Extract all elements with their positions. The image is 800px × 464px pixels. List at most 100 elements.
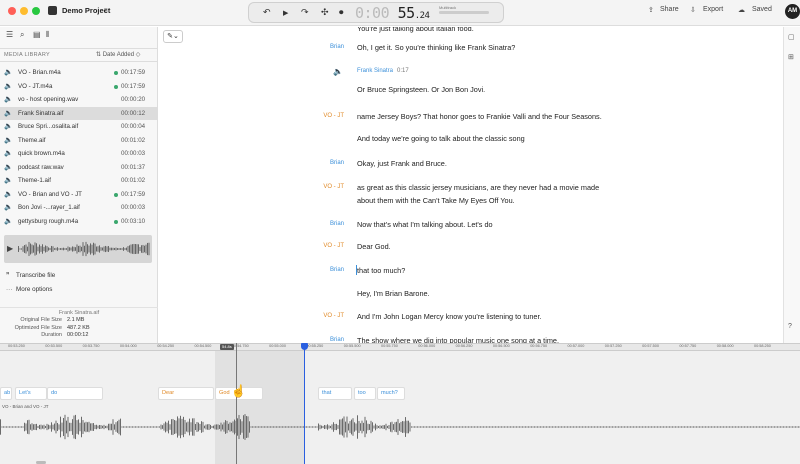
transcript-line[interactable]: You're just talking about Italian food. [357,27,474,35]
zoom-window-button[interactable] [32,7,40,15]
track-waveform[interactable] [0,409,800,455]
help-icon[interactable]: ? [788,323,792,330]
volume-slider[interactable] [439,11,489,14]
export-button[interactable]: Export [703,6,723,13]
files-icon[interactable]: ▤ [33,30,41,39]
media-item-name: Frank Sinatra.aif [18,109,64,117]
media-item[interactable]: 🔈 Theme.aif 00:01:02 [0,134,158,148]
media-item-duration: 00:00:12 [121,109,146,117]
word-block[interactable]: ab [0,387,12,400]
export-icon[interactable]: ⇩ [690,6,696,14]
media-item-duration: 00:17:59 [121,190,146,198]
speaker-icon[interactable]: 🔈 [333,67,343,76]
transcript-line[interactable]: about them with the Can't Take My Eyes O… [357,194,515,207]
speaker-label[interactable]: VO - JT [159,113,344,119]
media-item-name: quick brown.m4a [18,150,65,157]
transcribed-dot [114,84,118,89]
play-icon[interactable]: ▶ [7,244,13,253]
playhead-handle[interactable] [301,343,308,350]
transcript-line[interactable]: as great as this classic jersey musician… [357,181,599,194]
transcribe-file-label: Transcribe file [16,272,56,279]
timeline-tracks[interactable]: ab Let's do Dear God that too much? VO - Brian … [0,351,800,464]
media-item[interactable]: 🔈 Bruce Spri...osalita.aif 00:00:04 [0,120,158,134]
word-block[interactable]: Dear [158,387,214,400]
rewind-icon[interactable]: ↶ [263,7,271,18]
menu-icon[interactable]: ☰ [6,30,13,39]
speaker-label[interactable]: VO - JT [159,313,344,319]
transcript-line[interactable]: Okay, just Frank and Bruce. [357,157,447,170]
chevron-down-icon[interactable]: ▾ [104,6,108,14]
play-icon[interactable]: ▶ [283,9,288,17]
project-icon [48,6,57,15]
clip-name[interactable]: Frank Sinatra [357,68,393,74]
speaker-label[interactable]: Brian [159,160,344,166]
transcript-line[interactable]: name Jersey Boys? That honor goes to Fra… [357,110,602,123]
transcribe-file-button[interactable]: ❞ Transcribe file [6,272,55,279]
transcript-line[interactable]: Now that's what I'm talking about. Let's… [357,218,493,231]
media-item[interactable]: 🔈 quick brown.m4a 00:00:03 [0,147,158,161]
hover-line [236,343,237,464]
media-item[interactable]: 🔈 Frank Sinatra.aif 00:00:12 [0,106,158,120]
speaker-label[interactable]: VO - JT [159,243,344,249]
sort-dropdown[interactable]: ⇅ Date Added ◇ [96,51,140,58]
title-bar: Demo Project ▾ ↶ ▶ ↷ ✣ ⏺ 0:00 55.24 Mult… [0,0,800,26]
speaker-label[interactable]: Brian [159,221,344,227]
media-item-name: podcast raw.wav [18,163,64,171]
sidebar-toolbar: ☰ ⌕ ▤ ⫴ [0,27,158,45]
transcribed-dot [114,192,118,197]
speaker-icon: 🔈 [4,150,13,157]
media-item[interactable]: 🔈 Bon Jovi -...rayer_1.aif 00:00:03 [0,201,158,215]
media-item[interactable]: 🔈 gettysburg rough.m4a 00:03:10 [0,215,158,229]
transcript-line[interactable]: And today we're going to talk about the … [357,132,525,145]
media-item[interactable]: 🔈 VO - Brian.m4a 00:17:59 [0,66,158,80]
more-options-button[interactable]: ··· More options [6,286,52,293]
media-item[interactable]: 🔈 Theme-1.aif 00:01:02 [0,174,158,188]
library-icon[interactable]: ⫴ [46,30,49,40]
transcript-line[interactable]: that too much? [357,264,405,277]
avatar[interactable]: AM [785,4,800,19]
media-item[interactable]: 🔈 podcast raw.wav 00:01:37 [0,161,158,175]
edit-mode-button[interactable]: ✎⌄ [163,30,183,43]
share-icon[interactable]: ⇪ [648,6,654,14]
file-info-row: Duration 00:00:12 [0,332,158,340]
transcript-editor[interactable]: ✎⌄ You're just talking about Italian foo… [159,27,783,343]
transcript-line[interactable]: Hey, I'm Brian Barone. [357,287,430,300]
transcript-line[interactable]: The show where we dig into popular music… [357,334,559,343]
ruler-tick: 00:54.250 [157,344,175,348]
word-block[interactable]: too [354,387,376,400]
speaker-icon: 🔈 [4,82,13,90]
record-icon[interactable]: ⏺ [339,7,344,18]
transcript-line[interactable]: Oh, I get it. So you're thinking like Fr… [357,41,515,54]
gap-remover-icon[interactable]: ✣ [321,7,329,18]
timeline-ruler[interactable]: 00:53.250 00:53.500 00:53.750 00:54.000 00:5… [0,343,800,351]
forward-icon[interactable]: ↷ [301,7,309,18]
speaker-icon: 🔈 [4,123,13,130]
media-item-duration: 00:01:37 [121,163,146,171]
speaker-label[interactable]: Brian [159,267,344,273]
media-item[interactable]: 🔈 VO - JT.m4a 00:17:59 [0,80,158,94]
close-window-button[interactable] [8,7,16,15]
word-block[interactable]: do [47,387,103,400]
panel-icon[interactable]: ▢ [788,33,795,41]
waveform-preview[interactable]: ▶ [4,235,152,263]
right-toolbar: ▢ ⊞ ? [783,27,800,343]
word-block[interactable]: Let's [15,387,47,400]
speaker-label[interactable]: VO - JT [159,184,344,190]
grid-icon[interactable]: ⊞ [788,53,794,61]
playhead[interactable] [304,343,305,464]
media-item[interactable]: 🔈 vo - host opening.wav 00:00:20 [0,93,158,107]
search-icon[interactable]: ⌕ [20,30,24,40]
word-block[interactable]: much? [377,387,405,400]
speaker-icon: 🔈 [4,204,13,211]
transcript-line[interactable]: And I'm John Logan Mercy know you're lis… [357,310,542,323]
speaker-label[interactable]: Brian [159,44,344,50]
ruler-tick: 00:53.500 [45,344,63,348]
share-button[interactable]: Share [660,6,679,13]
ruler-tick: 00:56.250 [455,344,473,348]
file-info: Frank Sinatra.aif Original File Size 2.1 … [0,307,158,340]
minimize-window-button[interactable] [20,7,28,15]
transcript-line[interactable]: Or Bruce Springsteen. Or Jon Bon Jovi. [357,83,485,96]
transcript-line[interactable]: Dear God. [357,240,391,253]
word-block[interactable]: that [318,387,352,400]
media-item[interactable]: 🔈 VO - Brian and VO - JT 00:17:59 [0,188,158,202]
